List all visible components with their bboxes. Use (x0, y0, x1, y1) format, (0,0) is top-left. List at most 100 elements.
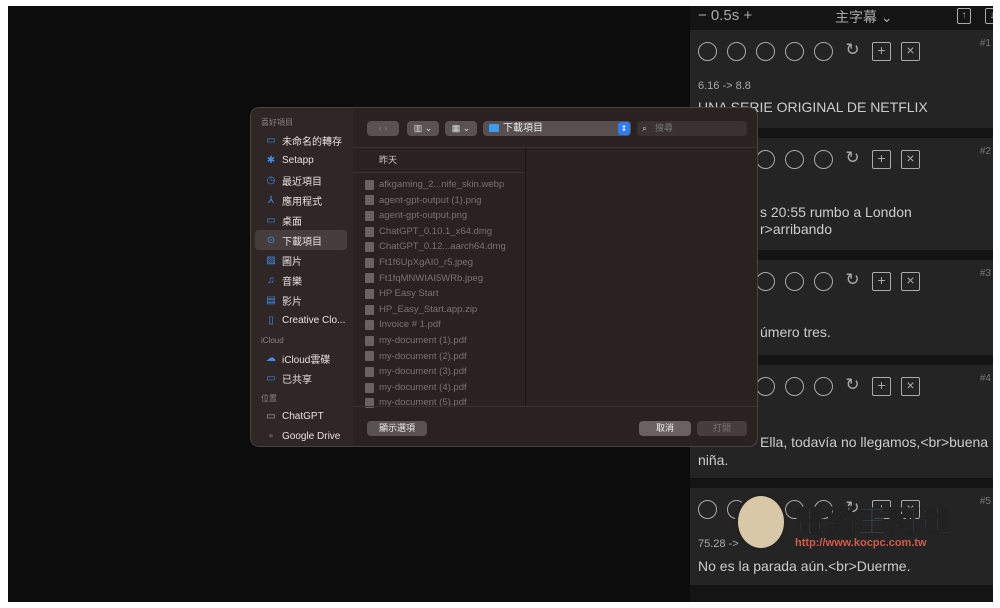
sidebar-item[interactable]: ▤ 影片 (255, 290, 347, 310)
file-row[interactable]: my-document (2).pdf (353, 349, 525, 365)
insert-icon[interactable]: + (872, 42, 891, 61)
sidebar-item[interactable]: ▨ 圖片 (255, 250, 347, 270)
subtitle-text[interactable]: niña. (698, 452, 728, 469)
file-row[interactable]: agent-gpt-output.png (353, 208, 525, 224)
delete-icon[interactable]: × (901, 377, 920, 396)
insert-icon[interactable]: + (872, 272, 891, 291)
mascot-icon (735, 493, 787, 551)
delete-icon[interactable]: × (901, 150, 920, 169)
sidebar-item[interactable]: ▭ ChatGPT (255, 406, 347, 426)
photo-icon: ▨ (266, 254, 276, 266)
upload-icon[interactable]: ↑ (957, 8, 971, 24)
play-icon[interactable] (756, 377, 775, 396)
reset-icon[interactable]: ↻ (843, 271, 862, 291)
location-select[interactable]: 下載項目 ⇕ (483, 121, 631, 136)
subtitle-text[interactable]: Ella, todavía no llegamos,<br>buena (760, 434, 988, 451)
card-number: #3 (979, 268, 991, 279)
sidebar-item-label: 已共享 (282, 374, 312, 386)
add-end-icon[interactable] (814, 377, 833, 396)
sidebar-item[interactable]: ✱ Setapp (255, 150, 347, 170)
file-icon (365, 288, 374, 299)
group-button[interactable]: ▦ ⌄ (445, 121, 477, 136)
file-name: HP Easy Start (379, 288, 439, 300)
sidebar-item[interactable]: ▯ Creative Clo... (255, 310, 347, 330)
remove-end-icon[interactable] (785, 272, 804, 291)
file-row[interactable]: ChatGPT_0.12...aarch64.dmg (353, 239, 525, 255)
remove-start-icon[interactable] (698, 42, 717, 61)
insert-icon[interactable]: + (872, 377, 891, 396)
file-row[interactable]: Invoice # 1.pdf (353, 317, 525, 333)
download-icon[interactable]: ↓ (985, 8, 993, 24)
add-end-icon[interactable] (814, 42, 833, 61)
panel-header: − 0.5s + 主字幕 ⌄ ↑ ↓ (690, 6, 993, 28)
remove-end-icon[interactable] (785, 42, 804, 61)
add-start-icon[interactable] (727, 42, 746, 61)
play-icon[interactable] (756, 42, 775, 61)
file-row[interactable]: agent-gpt-output (1).png (353, 193, 525, 209)
sidebar-section-header: 喜好項目 (261, 118, 293, 127)
file-row[interactable]: ChatGPT_0.10.1_x64.dmg (353, 224, 525, 240)
dialog-toolbar: ‹ › ▥ ⌄ ▦ ⌄ 下載項目 ⇕ ⌕ 搜尋 (353, 108, 757, 148)
subtitle-text[interactable]: s 20:55 rumbo a London (760, 204, 912, 221)
sidebar-item[interactable]: ♫ 音樂 (255, 270, 347, 290)
subtitle-text[interactable]: úmero tres. (760, 324, 831, 341)
file-name: agent-gpt-output (1).png (379, 194, 482, 206)
sidebar-item[interactable]: ⊙ 下載項目 (255, 230, 347, 250)
file-icon (365, 195, 374, 206)
sidebar-item[interactable]: ▭ 桌面 (255, 210, 347, 230)
sidebar-item-label: iCloud雲碟 (282, 354, 331, 366)
play-icon[interactable] (756, 150, 775, 169)
file-row[interactable]: HP_Easy_Start.app.zip (353, 302, 525, 318)
subtitle-text[interactable]: r>arribando (760, 221, 832, 238)
shared-folder-icon: ▭ (266, 372, 276, 384)
sidebar-item-label: Creative Clo... (282, 314, 346, 326)
sidebar-item[interactable]: ▭ 未命名的轉存 (255, 130, 347, 150)
reset-icon[interactable]: ↻ (843, 376, 862, 396)
sidebar-item[interactable]: ◷ 最近項目 (255, 170, 347, 190)
remove-start-icon[interactable] (698, 500, 717, 519)
remove-end-icon[interactable] (785, 377, 804, 396)
card-time: 75.28 -> (698, 538, 739, 550)
file-row[interactable]: my-document (3).pdf (353, 364, 525, 380)
track-select[interactable]: 主字幕 ⌄ (835, 7, 893, 27)
sidebar-item-label: 下載項目 (282, 236, 322, 248)
time-step-control[interactable]: − 0.5s + (698, 7, 752, 24)
file-row[interactable]: HP Easy Start (353, 286, 525, 302)
watermark-title: 電腦王阿達 (795, 506, 950, 540)
disk-icon: ▭ (266, 410, 276, 422)
play-icon[interactable] (756, 272, 775, 291)
reset-icon[interactable]: ↻ (843, 41, 862, 61)
remove-end-icon[interactable] (785, 150, 804, 169)
file-row[interactable]: Ft1fqMNWIAI5WRb.jpeg (353, 271, 525, 287)
view-columns-button[interactable]: ▥ ⌄ (407, 121, 439, 136)
card-number: #5 (979, 496, 991, 507)
back-forward-buttons[interactable]: ‹ › (367, 121, 399, 136)
setapp-icon: ✱ (266, 154, 276, 166)
add-end-icon[interactable] (814, 150, 833, 169)
file-row[interactable]: my-document (4).pdf (353, 380, 525, 396)
sidebar-item-label: 桌面 (282, 216, 302, 228)
show-options-button[interactable]: 顯示選項 (367, 421, 427, 436)
reset-icon[interactable]: ↻ (843, 149, 862, 169)
file-row[interactable]: Ft1f6UpXgAI0_r5.jpeg (353, 255, 525, 271)
insert-icon[interactable]: + (872, 150, 891, 169)
open-button[interactable]: 打開 (697, 421, 747, 436)
file-name: my-document (3).pdf (379, 366, 467, 378)
file-row[interactable]: my-document (1).pdf (353, 333, 525, 349)
sidebar-item[interactable]: ⅄ 應用程式 (255, 190, 347, 210)
sidebar-item[interactable]: ☁ iCloud雲碟 (255, 348, 347, 368)
delete-icon[interactable]: × (901, 272, 920, 291)
sidebar-item[interactable]: ▭ 已共享 (255, 368, 347, 388)
clock-icon: ◷ (266, 174, 276, 186)
sidebar-item-label: Google Drive (282, 430, 341, 442)
search-input[interactable]: ⌕ 搜尋 (637, 121, 747, 136)
delete-icon[interactable]: × (901, 42, 920, 61)
file-name: ChatGPT_0.10.1_x64.dmg (379, 225, 493, 237)
watermark-logo: 電腦王阿達 http://www.kocpc.com.tw (735, 487, 970, 557)
subtitle-text[interactable]: No es la parada aún.<br>Duerme. (698, 558, 910, 575)
file-icon (365, 273, 374, 284)
sidebar-item[interactable]: ▫ Google Drive (255, 426, 347, 446)
cancel-button[interactable]: 取消 (639, 421, 691, 436)
add-end-icon[interactable] (814, 272, 833, 291)
file-row[interactable]: afkgaming_2...nife_skin.webp (353, 177, 525, 193)
